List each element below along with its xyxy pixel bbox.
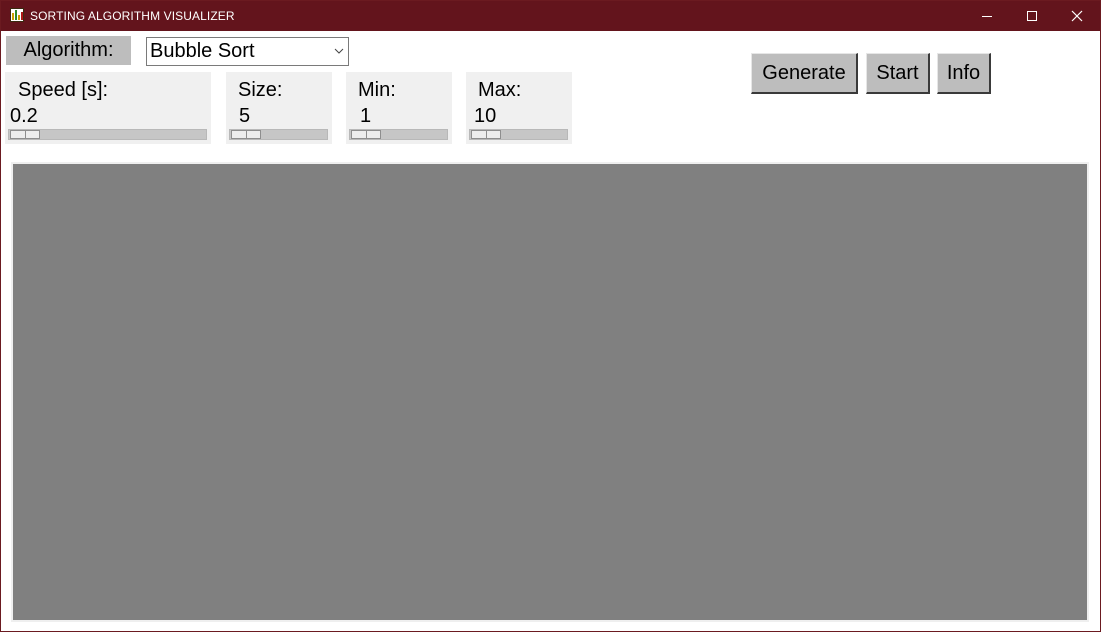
min-scale: Min: 1 bbox=[346, 72, 452, 144]
maximize-icon bbox=[1027, 11, 1037, 21]
min-label: Min: bbox=[358, 79, 396, 101]
chevron-down-icon bbox=[334, 48, 344, 54]
maximize-button[interactable] bbox=[1009, 1, 1055, 31]
speed-scale: Speed [s]: 0.2 bbox=[5, 72, 211, 144]
min-slider[interactable] bbox=[349, 129, 448, 140]
close-button[interactable] bbox=[1054, 1, 1100, 31]
title-bar[interactable]: SORTING ALGORITHM VISUALIZER bbox=[1, 1, 1100, 31]
speed-slider-handle[interactable] bbox=[10, 130, 40, 139]
min-value: 1 bbox=[360, 105, 372, 127]
generate-button[interactable]: Generate bbox=[751, 53, 858, 94]
speed-value: 0.2 bbox=[10, 105, 38, 127]
algorithm-selected-value: Bubble Sort bbox=[150, 40, 255, 62]
min-slider-handle[interactable] bbox=[351, 130, 381, 139]
window-title: SORTING ALGORITHM VISUALIZER bbox=[30, 9, 235, 23]
size-value: 5 bbox=[239, 105, 251, 127]
app-bar-chart-icon bbox=[10, 8, 24, 22]
app-window: SORTING ALGORITHM VISUALIZER Algorithm: … bbox=[0, 0, 1101, 632]
visualization-canvas bbox=[11, 162, 1089, 622]
close-icon bbox=[1071, 10, 1083, 22]
minimize-button[interactable] bbox=[964, 1, 1010, 31]
algorithm-label: Algorithm: bbox=[6, 36, 131, 65]
max-value: 10 bbox=[474, 105, 497, 127]
start-button[interactable]: Start bbox=[866, 53, 930, 94]
size-slider-handle[interactable] bbox=[231, 130, 261, 139]
max-slider-handle[interactable] bbox=[471, 130, 501, 139]
size-scale: Size: 5 bbox=[226, 72, 332, 144]
max-slider[interactable] bbox=[469, 129, 568, 140]
size-label: Size: bbox=[238, 79, 283, 101]
info-button[interactable]: Info bbox=[937, 53, 991, 94]
algorithm-select[interactable]: Bubble Sort bbox=[146, 37, 349, 66]
size-slider[interactable] bbox=[229, 129, 328, 140]
speed-slider[interactable] bbox=[8, 129, 207, 140]
speed-label: Speed [s]: bbox=[18, 79, 109, 101]
minimize-icon bbox=[982, 16, 992, 17]
max-scale: Max: 10 bbox=[466, 72, 572, 144]
max-label: Max: bbox=[478, 79, 522, 101]
